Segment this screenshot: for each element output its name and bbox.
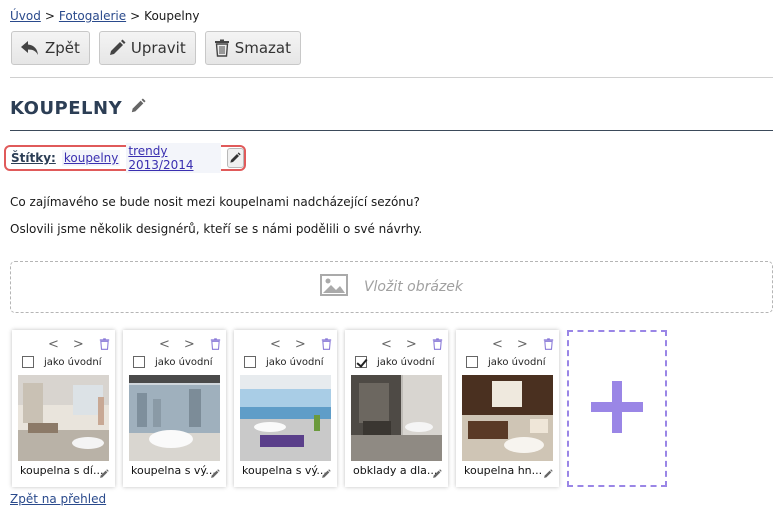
move-left-icon[interactable]: < <box>159 337 170 352</box>
tag-link[interactable]: koupelny <box>61 150 121 166</box>
page-title-text: KOUPELNY <box>10 98 123 119</box>
photo-card: < > jako úvodní obklady a dla... <box>345 330 448 487</box>
caption-edit-pencil-icon[interactable] <box>543 468 553 482</box>
breadcrumb-separator: > <box>130 9 141 23</box>
title-edit-pencil-icon[interactable] <box>130 98 146 119</box>
image-icon <box>319 274 348 300</box>
photo-caption: koupelna s vý... <box>131 464 216 477</box>
breadcrumb-home-link[interactable]: Úvod <box>10 9 41 23</box>
pencil-icon <box>230 152 242 163</box>
cover-checkbox-label: jako úvodní <box>488 357 546 368</box>
insert-image-dropzone[interactable]: Vložit obrázek <box>10 261 773 313</box>
photo-caption: koupelna s vý... <box>242 464 327 477</box>
title-divider <box>10 130 773 131</box>
cover-checkbox-label: jako úvodní <box>155 357 213 368</box>
photo-thumbnail[interactable] <box>240 375 331 461</box>
trash-icon[interactable] <box>432 338 443 353</box>
back-button[interactable]: Zpět <box>11 31 90 65</box>
photo-thumbnail[interactable] <box>351 375 442 461</box>
photo-card: < > jako úvodní koupelna s vý... <box>234 330 337 487</box>
trash-icon[interactable] <box>543 338 554 353</box>
move-left-icon[interactable]: < <box>270 337 281 352</box>
plus-icon <box>591 381 643 436</box>
toolbar: Zpět Upravit Smazat <box>11 31 301 65</box>
divider <box>10 77 773 78</box>
cover-checkbox[interactable] <box>22 356 34 368</box>
trash-icon[interactable] <box>321 338 332 353</box>
cover-checkbox[interactable] <box>133 356 145 368</box>
photo-card: < > jako úvodní koupelna s dí... <box>12 330 115 487</box>
photo-caption: koupelna hn... <box>464 464 543 477</box>
move-left-icon[interactable]: < <box>381 337 392 352</box>
breadcrumb-separator: > <box>44 9 55 23</box>
tag-link[interactable]: trendy 2013/2014 <box>126 143 221 173</box>
trash-icon[interactable] <box>99 338 110 353</box>
photo-thumbnail[interactable] <box>18 375 109 461</box>
photo-card: < > jako úvodní koupelna s vý... <box>123 330 226 487</box>
description-paragraph: Co zajímavého se bude nosit mezi koupeln… <box>10 195 420 209</box>
cover-checkbox-label: jako úvodní <box>266 357 324 368</box>
move-right-icon[interactable]: > <box>184 337 195 352</box>
page-title: KOUPELNY <box>10 98 146 119</box>
photo-thumbnail[interactable] <box>462 375 553 461</box>
move-right-icon[interactable]: > <box>295 337 306 352</box>
tags-label: Štítky: <box>11 151 56 165</box>
insert-image-label: Vložit obrázek <box>363 279 464 295</box>
cover-checkbox[interactable] <box>355 356 367 368</box>
caption-edit-pencil-icon[interactable] <box>210 468 220 482</box>
photo-caption: koupelna s dí... <box>20 464 104 477</box>
edit-button-label: Upravit <box>130 39 186 57</box>
reply-arrow-icon <box>20 40 40 56</box>
delete-button[interactable]: Smazat <box>204 31 301 65</box>
trash-icon <box>214 39 230 57</box>
cover-checkbox[interactable] <box>466 356 478 368</box>
move-left-icon[interactable]: < <box>48 337 59 352</box>
breadcrumb-gallery-link[interactable]: Fotogalerie <box>59 9 126 23</box>
move-right-icon[interactable]: > <box>517 337 528 352</box>
cover-checkbox-label: jako úvodní <box>44 357 102 368</box>
description-paragraph: Oslovili jsme několik designérů, kteří s… <box>10 222 423 236</box>
cover-checkbox[interactable] <box>244 356 256 368</box>
photo-card: < > jako úvodní koupelna hn... <box>456 330 559 487</box>
edit-tags-button[interactable] <box>226 148 244 168</box>
breadcrumb-current: Koupelny <box>144 9 200 23</box>
move-right-icon[interactable]: > <box>73 337 84 352</box>
breadcrumb: Úvod > Fotogalerie > Koupelny <box>10 9 199 23</box>
back-to-overview-link[interactable]: Zpět na přehled <box>10 492 106 506</box>
caption-edit-pencil-icon[interactable] <box>432 468 442 482</box>
back-button-label: Zpět <box>45 39 80 57</box>
delete-button-label: Smazat <box>234 39 291 57</box>
add-photo-button[interactable] <box>567 330 667 487</box>
pencil-icon <box>108 39 126 57</box>
tags-box: Štítky: koupelny trendy 2013/2014 <box>4 143 246 173</box>
caption-edit-pencil-icon[interactable] <box>99 468 109 482</box>
edit-button[interactable]: Upravit <box>98 31 196 65</box>
photo-thumbnail[interactable] <box>129 375 220 461</box>
move-left-icon[interactable]: < <box>492 337 503 352</box>
caption-edit-pencil-icon[interactable] <box>321 468 331 482</box>
cover-checkbox-label: jako úvodní <box>377 357 435 368</box>
photo-gallery: < > jako úvodní koupelna s dí... < > jako … <box>12 330 667 487</box>
photo-caption: obklady a dla... <box>353 464 438 477</box>
move-right-icon[interactable]: > <box>406 337 417 352</box>
trash-icon[interactable] <box>210 338 221 353</box>
